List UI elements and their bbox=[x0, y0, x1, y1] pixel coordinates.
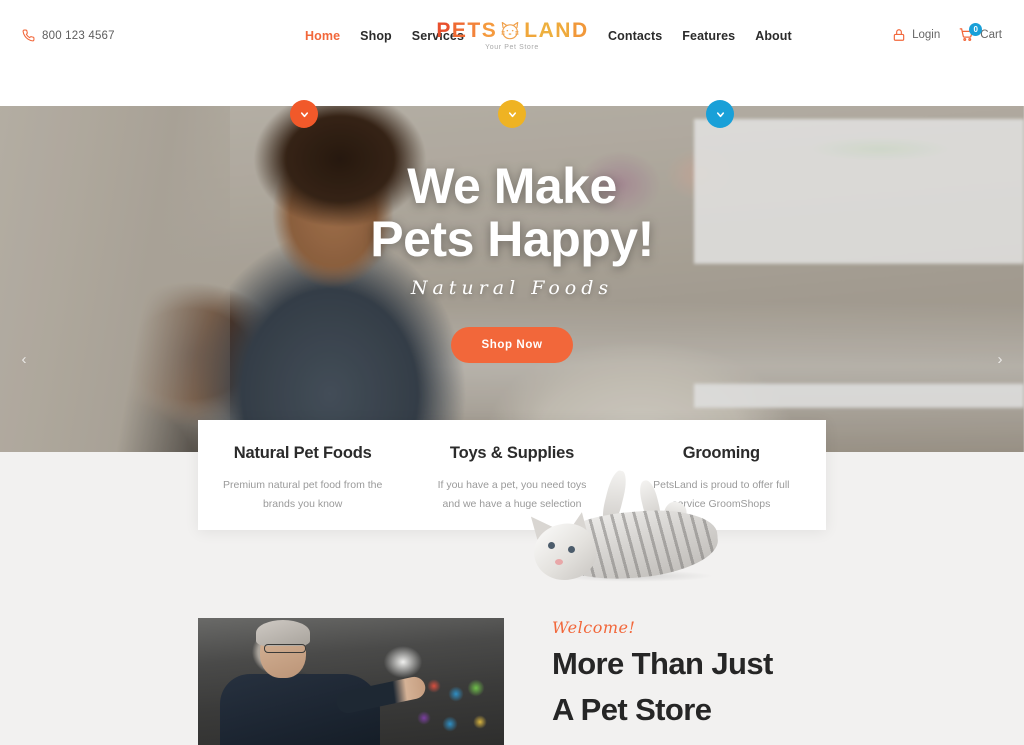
welcome-script-label: Welcome! bbox=[552, 618, 636, 637]
phone-icon bbox=[22, 29, 35, 42]
logo-letter-l: L bbox=[524, 19, 538, 42]
store-employee-glasses bbox=[264, 644, 306, 653]
login-button[interactable]: Login bbox=[892, 28, 940, 42]
pet-store-photo bbox=[198, 618, 504, 745]
kitten-nose bbox=[555, 559, 563, 565]
kitten-decoration-image bbox=[524, 466, 740, 586]
login-label: Login bbox=[912, 28, 941, 41]
hero-content: We Make Pets Happy! Natural Foods Shop N… bbox=[0, 160, 1024, 363]
kitten-eye bbox=[548, 542, 555, 549]
feature-expand-button-1[interactable] bbox=[290, 100, 318, 128]
nav-item-contacts[interactable]: Contacts bbox=[608, 29, 662, 43]
welcome-heading-line1: More Than Just bbox=[552, 646, 773, 681]
cat-face-icon bbox=[499, 21, 521, 41]
kitten-eye bbox=[568, 546, 575, 553]
logo-letter-e: E bbox=[451, 19, 467, 42]
feature-title: Natural Pet Foods bbox=[233, 444, 372, 462]
header-account-area: Login 0 Cart bbox=[892, 23, 1002, 42]
primary-nav-right: Contacts Features About bbox=[608, 29, 792, 43]
slider-next-arrow[interactable]: › bbox=[988, 347, 1012, 371]
logo-letter-a: A bbox=[538, 19, 555, 42]
chevron-down-icon bbox=[715, 109, 726, 120]
logo-wordmark: P E T S L A N D bbox=[412, 20, 612, 41]
feature-expand-button-2[interactable] bbox=[498, 100, 526, 128]
site-logo[interactable]: P E T S L A N D Your Pet Store bbox=[412, 20, 612, 51]
chevron-down-icon bbox=[507, 109, 518, 120]
logo-letter-p: P bbox=[436, 19, 451, 42]
site-header: 800 123 4567 Home Shop Services P E T S bbox=[0, 0, 1024, 74]
hero-heading-line2: Pets Happy! bbox=[370, 210, 654, 267]
logo-letter-t: T bbox=[467, 19, 481, 42]
store-employee-hair bbox=[256, 620, 310, 646]
logo-letter-n: N bbox=[555, 19, 571, 42]
hero-script-subtitle: Natural Foods bbox=[410, 277, 614, 299]
cart-label: Cart bbox=[980, 28, 1002, 41]
slider-prev-arrow[interactable]: ‹ bbox=[12, 347, 36, 371]
feature-text: Premium natural pet food from the brands… bbox=[223, 479, 383, 511]
shop-now-button[interactable]: Shop Now bbox=[451, 327, 573, 363]
logo-letter-s: S bbox=[481, 19, 497, 42]
feature-card-natural-pet-foods[interactable]: Natural Pet Foods Premium natural pet fo… bbox=[198, 420, 407, 530]
feature-title: Grooming bbox=[682, 444, 760, 462]
chevron-down-icon bbox=[299, 109, 310, 120]
nav-item-shop[interactable]: Shop bbox=[360, 29, 392, 43]
feature-title: Toys & Supplies bbox=[449, 444, 575, 462]
welcome-section: Welcome! More Than Just A Pet Store Pets… bbox=[552, 618, 992, 745]
hero-heading-line1: We Make bbox=[407, 158, 617, 214]
lock-icon bbox=[892, 28, 906, 42]
nav-item-features[interactable]: Features bbox=[682, 29, 735, 43]
nav-item-home[interactable]: Home bbox=[305, 29, 340, 43]
phone-number: 800 123 4567 bbox=[42, 29, 115, 42]
logo-tagline: Your Pet Store bbox=[485, 44, 539, 51]
feature-expand-button-3[interactable] bbox=[706, 100, 734, 128]
nav-item-about[interactable]: About bbox=[755, 29, 792, 43]
header-phone[interactable]: 800 123 4567 bbox=[22, 29, 115, 42]
logo-letter-d: D bbox=[571, 19, 588, 42]
cart-button[interactable]: 0 Cart bbox=[958, 23, 1002, 42]
page-root: 800 123 4567 Home Shop Services P E T S bbox=[0, 0, 1024, 745]
welcome-heading-line2: A Pet Store bbox=[552, 691, 712, 727]
